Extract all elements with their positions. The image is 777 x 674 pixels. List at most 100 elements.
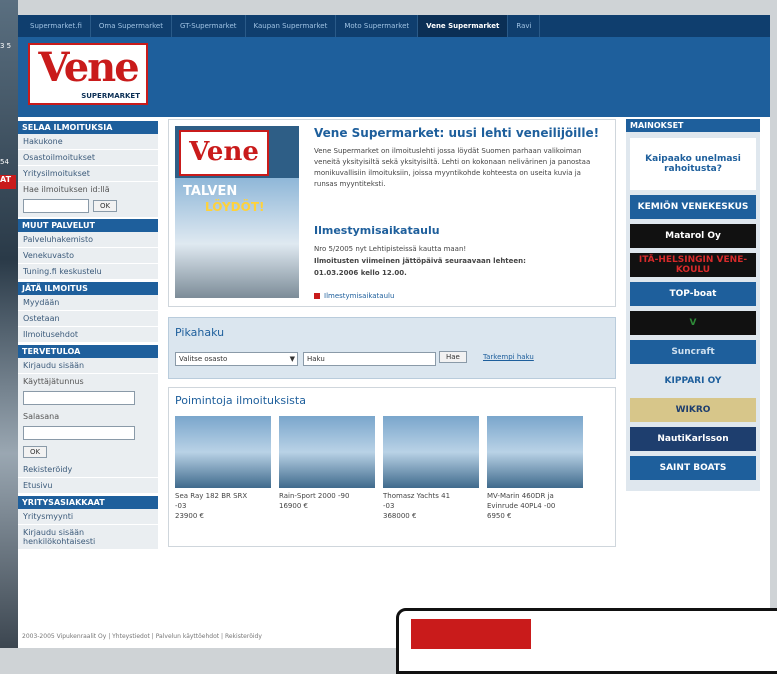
sidebar-item[interactable]: Myydään — [18, 295, 158, 311]
ad-banner[interactable]: SAINT BOATS — [630, 456, 756, 480]
magazine-cover-image[interactable]: Vene TALVEN LÖYDÖT! — [175, 126, 299, 298]
nav-tab[interactable]: GT-Supermarket — [172, 15, 246, 37]
sidebar-item[interactable]: Osastoilmoitukset — [18, 150, 158, 166]
sidebar-section-title: SELAA ILMOITUKSIA — [18, 121, 158, 134]
category-select-value: Valitse osasto — [179, 355, 228, 363]
nav-tab[interactable]: Vene Supermarket — [418, 15, 509, 37]
advanced-search-link[interactable]: Tarkempi haku — [483, 353, 534, 361]
main-content: Vene TALVEN LÖYDÖT! Vene Supermarket: uu… — [168, 119, 616, 547]
left-sidebar: SELAA ILMOITUKSIA Hakukone Osastoilmoitu… — [18, 119, 158, 550]
listing-name: Rain-Sport 2000 -90 — [279, 492, 350, 500]
quick-search: Pikahaku Valitse osasto ▼ Haku Hae Tarke… — [168, 317, 616, 379]
listing-photo — [383, 416, 479, 488]
nav-tab[interactable]: Moto Supermarket — [336, 15, 419, 37]
ad-banner[interactable]: KEMIÖN VENEKESKUS — [630, 195, 756, 219]
sidebar-item[interactable]: Hakukone — [18, 134, 158, 150]
bg-text-fragment: 54 — [0, 158, 9, 166]
search-input[interactable]: Haku — [303, 352, 436, 366]
listing-price: 6950 € — [487, 512, 512, 520]
sidebar-item[interactable]: Yritysmyynti — [18, 509, 158, 525]
ad-banner[interactable]: Matarol Oy — [630, 224, 756, 248]
listing-year: -03 — [383, 502, 395, 510]
listing-price: 16900 € — [279, 502, 308, 510]
promo-body: Vene Supermarket on ilmoituslehti jossa … — [314, 147, 591, 188]
listing-photo — [487, 416, 583, 488]
listing-card[interactable]: MV-Marin 460DR ja Evinrude 40PL4 -00 6950… — [487, 416, 583, 521]
id-search-input[interactable] — [23, 199, 89, 213]
sidebar-item[interactable]: Palveluhakemisto — [18, 232, 158, 248]
search-button[interactable]: Hae — [439, 351, 467, 363]
bg-badge-fragment: AT — [0, 175, 16, 189]
login-ok-button[interactable]: OK — [23, 446, 48, 458]
sidebar-item[interactable]: Ilmoitusehdot — [18, 327, 158, 343]
listing-photo — [175, 416, 271, 488]
sidebar-item[interactable]: Kirjaudu sisään henkilökohtaisesti — [18, 525, 158, 550]
site-header: Vene SUPERMARKET — [18, 37, 770, 117]
category-select[interactable]: Valitse osasto ▼ — [175, 352, 298, 366]
site-logo[interactable]: Vene SUPERMARKET — [28, 43, 148, 105]
ad-banner[interactable]: NautiKarlsson — [630, 427, 756, 451]
listing-price: 368000 € — [383, 512, 417, 520]
nav-tab[interactable]: Ravi — [508, 15, 541, 37]
promo-title: Vene Supermarket: uusi lehti veneilijöil… — [314, 126, 600, 140]
listing-photo — [279, 416, 375, 488]
sidebar-section-title: JÄTÄ ILMOITUS — [18, 282, 158, 295]
listing-price: 23900 € — [175, 512, 204, 520]
ad-banner[interactable]: Suncraft — [630, 340, 756, 364]
background-photo-strip: 3 5 54 AT — [0, 0, 18, 648]
sidebar-item[interactable]: Ostetaan — [18, 311, 158, 327]
nav-tab[interactable]: Supermarket.fi — [22, 15, 91, 37]
bg-text-fragment: 3 5 — [0, 42, 12, 50]
schedule-link[interactable]: Ilmestymisaikataulu — [314, 292, 394, 300]
ad-banner[interactable]: WIKRO — [630, 398, 756, 422]
webpage: Supermarket.fi Oma Supermarket GT-Supermar… — [18, 15, 770, 648]
promo-box: Vene TALVEN LÖYDÖT! Vene Supermarket: uu… — [168, 119, 616, 307]
logo-word: Vene — [38, 44, 139, 91]
top-navigation: Supermarket.fi Oma Supermarket GT-Supermar… — [18, 15, 770, 37]
username-label: Käyttäjätunnus — [18, 374, 158, 389]
ad-banner[interactable]: TOP-boat — [630, 282, 756, 306]
nav-tab[interactable]: Kaupan Supermarket — [246, 15, 337, 37]
footer-links[interactable]: 2003-2005 Vipukenraalit Oy | Yhteystiedo… — [18, 633, 262, 640]
cover-headline: LÖYDÖT! — [205, 200, 265, 214]
listing-name: Thomasz Yachts 41 — [383, 492, 451, 500]
overlapping-magazine-corner — [396, 608, 777, 674]
ads-list: Kaipaako unelmasi rahoitusta? KEMIÖN VENE… — [626, 132, 760, 491]
sidebar-item[interactable]: Venekuvasto — [18, 248, 158, 264]
sidebar-section-title: MUUT PALVELUT — [18, 219, 158, 232]
cover-headline: TALVEN — [183, 184, 238, 199]
schedule-line: Ilmoitusten viimeinen jättöpäivä seuraav… — [314, 257, 526, 265]
ad-banner[interactable]: KIPPARI OY — [630, 369, 756, 393]
password-input[interactable] — [23, 426, 135, 440]
schedule-line: 01.03.2006 kello 12.00. — [314, 269, 407, 277]
listing-card[interactable]: Sea Ray 182 BR SRX -03 23900 € — [175, 416, 271, 521]
listing-card[interactable]: Rain-Sport 2000 -90 16900 € — [279, 416, 375, 511]
listing-name: Sea Ray 182 BR SRX — [175, 492, 248, 500]
id-search-label: Hae ilmoituksen id:llä — [18, 182, 158, 197]
ads-title: MAINOKSET — [626, 119, 760, 132]
nav-tab[interactable]: Oma Supermarket — [91, 15, 172, 37]
sidebar-item[interactable]: Rekisteröidy — [18, 462, 158, 478]
featured-title: Poimintoja ilmoituksista — [175, 394, 306, 407]
cover-logo: Vene — [179, 130, 269, 176]
id-search-ok-button[interactable]: OK — [93, 200, 118, 212]
sidebar-item[interactable]: Yritysilmoitukset — [18, 166, 158, 182]
id-search-row: OK — [18, 197, 158, 217]
ad-banner[interactable]: ITÄ-HELSINGIN VENE-KOULU — [630, 253, 756, 277]
sidebar-item[interactable]: Tuning.fi keskustelu — [18, 264, 158, 280]
logo-subtitle: SUPERMARKET — [81, 92, 140, 100]
magazine-logo-fragment — [411, 619, 531, 649]
ad-banner[interactable]: Kaipaako unelmasi rahoitusta? — [630, 138, 756, 190]
ads-column: MAINOKSET Kaipaako unelmasi rahoitusta? K… — [626, 119, 760, 491]
username-input[interactable] — [23, 391, 135, 405]
ad-banner[interactable]: V — [630, 311, 756, 335]
sidebar-item[interactable]: Kirjaudu sisään — [18, 358, 158, 374]
listing-card[interactable]: Thomasz Yachts 41 -03 368000 € — [383, 416, 479, 521]
password-label: Salasana — [18, 409, 158, 424]
chevron-down-icon: ▼ — [289, 355, 295, 363]
schedule-line: Nro 5/2005 nyt Lehtipisteissä kautta maa… — [314, 245, 467, 253]
quick-search-title: Pikahaku — [175, 326, 225, 339]
sidebar-item[interactable]: Etusivu — [18, 478, 158, 494]
sidebar-section-title: YRITYSASIAKKAAT — [18, 496, 158, 509]
schedule-title: Ilmestymisaikataulu — [314, 224, 440, 237]
